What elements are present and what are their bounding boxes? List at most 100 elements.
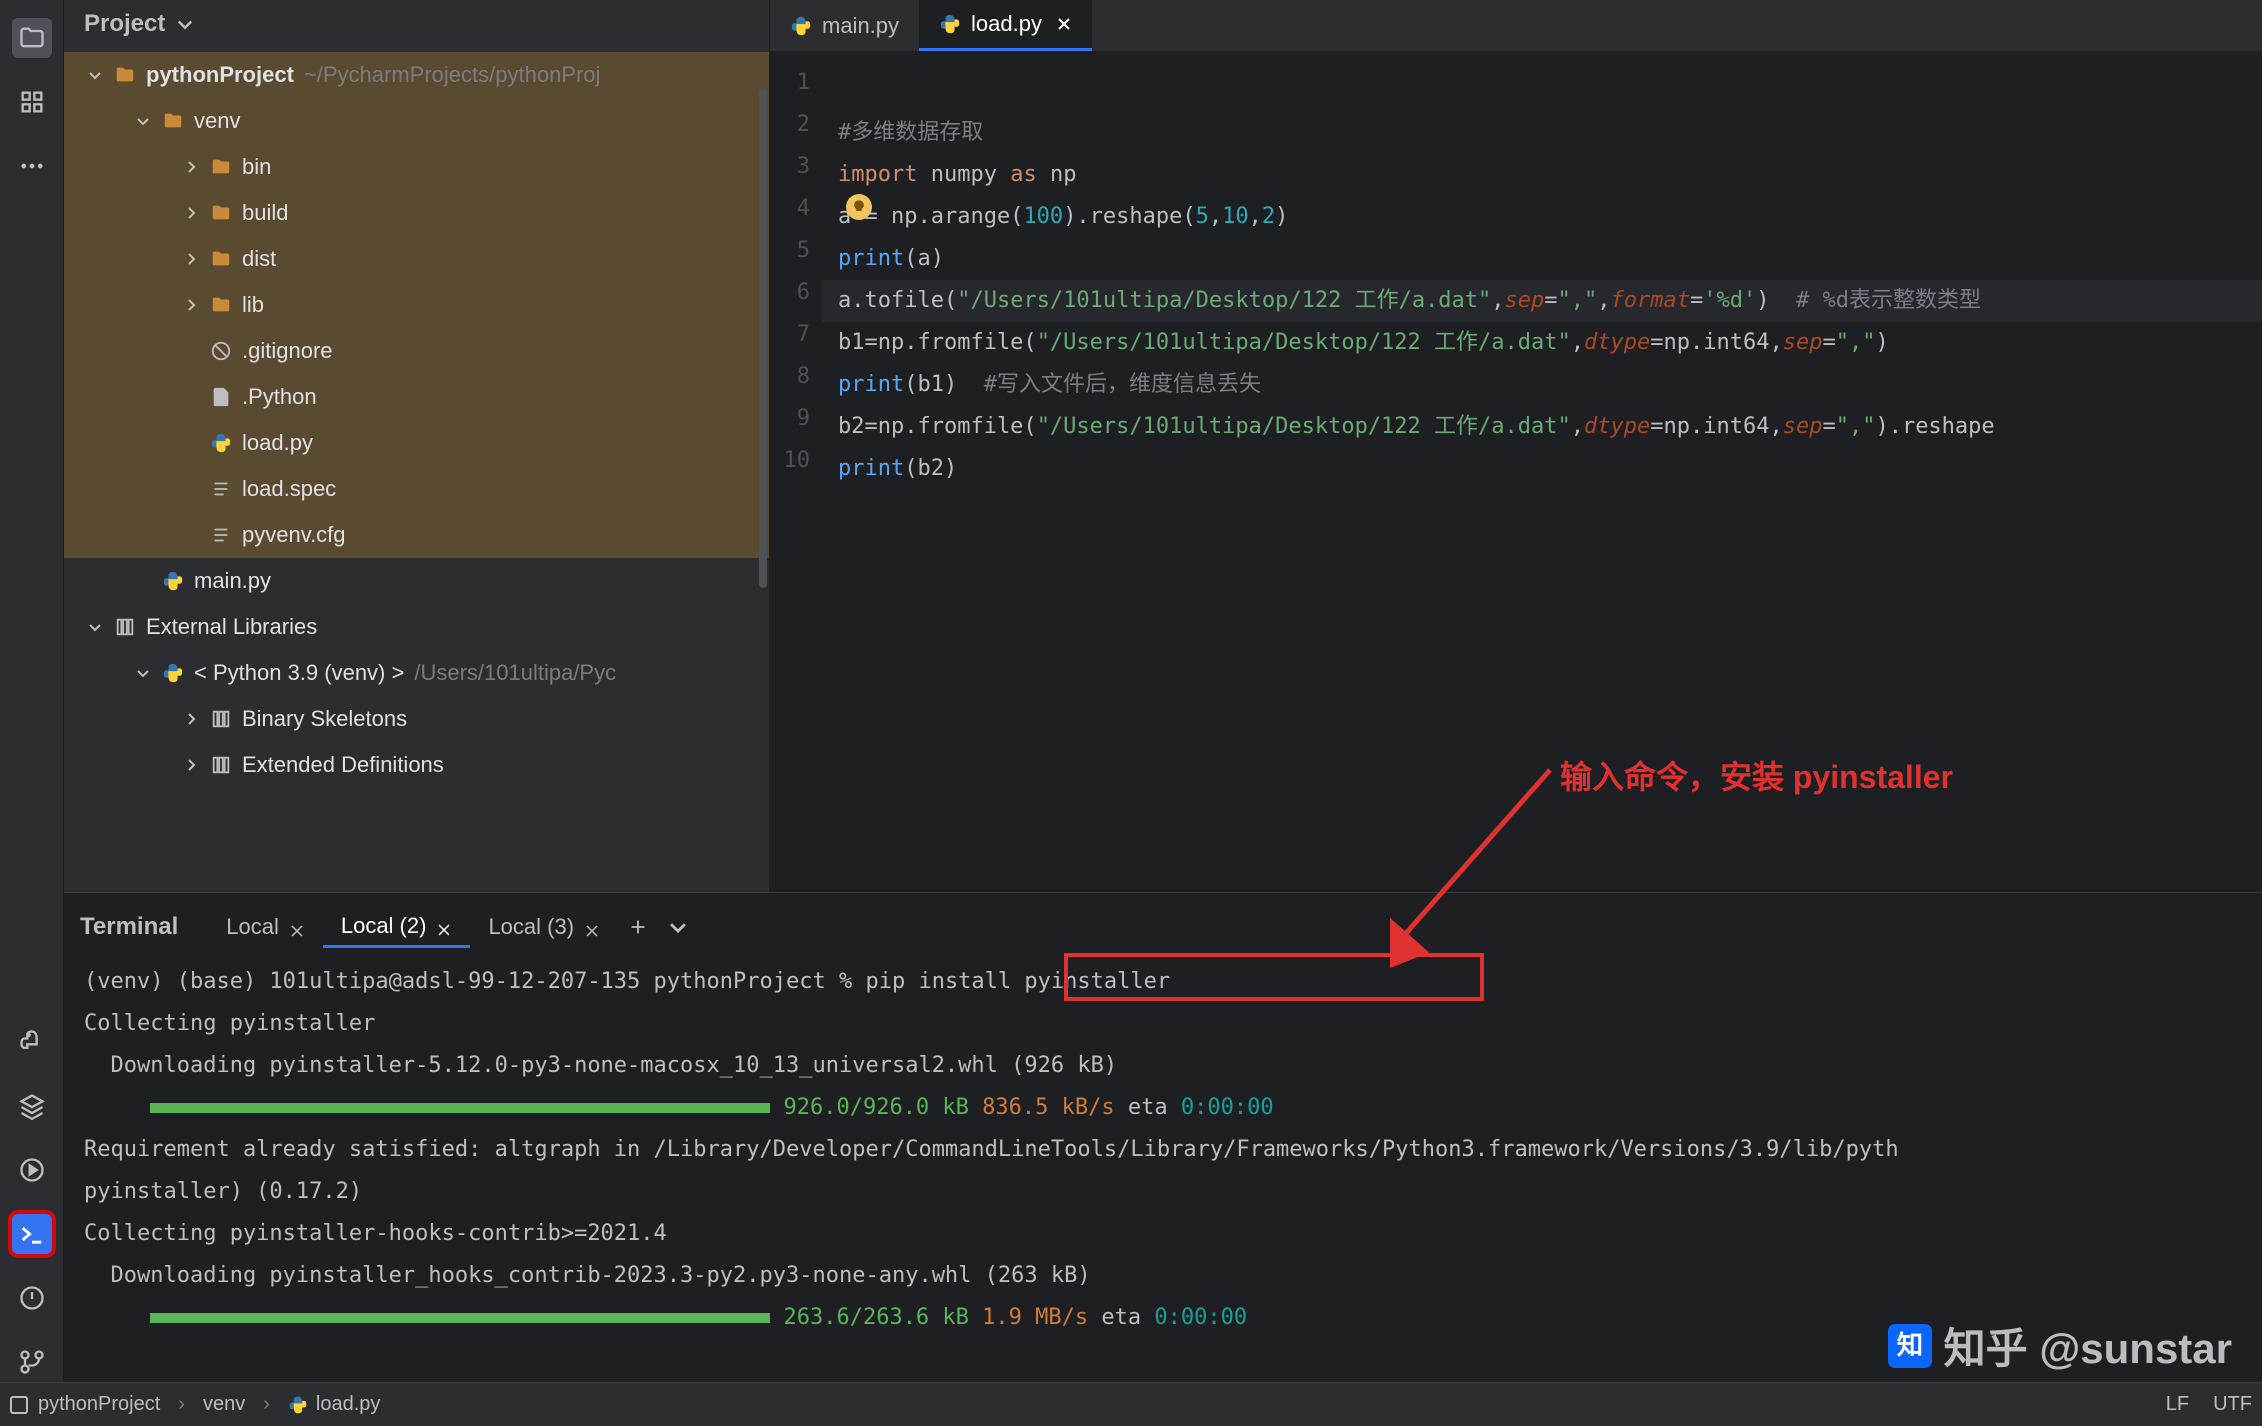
tree-row[interactable]: pyvenv.cfg [64,512,769,558]
tree-row[interactable]: < Python 3.9 (venv) >/Users/101ultipa/Py… [64,650,769,696]
file-icon [208,386,234,408]
python-icon [939,13,961,35]
tree-item-label: build [242,200,288,226]
tree-item-label: .gitignore [242,338,333,364]
terminal-tabbar: Terminal LocalLocal (2) Local (3) [64,893,2262,951]
code-line[interactable]: print(b1) #写入文件后，维度信息丢失 [822,364,2262,406]
tree-arrow-icon[interactable] [84,67,106,83]
tree-row[interactable]: External Libraries [64,604,769,650]
tree-row[interactable]: pythonProject ~/PycharmProjects/pythonPro… [64,52,769,98]
code-line[interactable]: b1=np.fromfile("/Users/101ultipa/Desktop… [822,322,2262,364]
terminal-tab[interactable]: Local [208,907,323,948]
tree-item-label: < Python 3.9 (venv) > [194,660,404,686]
structure-tool-icon[interactable] [12,82,52,122]
scrollbar-thumb[interactable] [759,88,767,588]
terminal-title: Terminal [80,913,178,941]
breadcrumb[interactable]: pythonProject› venv› load.py [38,1393,380,1416]
vcs-tool-icon[interactable] [12,1342,52,1382]
python-console-icon[interactable] [12,1022,52,1062]
lib-icon [208,708,234,730]
close-icon[interactable] [1056,16,1072,32]
tree-arrow-icon[interactable] [180,757,202,773]
tree-item-label: pyvenv.cfg [242,522,346,548]
tree-arrow-icon[interactable] [180,251,202,267]
tree-row[interactable]: Extended Definitions [64,742,769,788]
intention-bulb-icon[interactable] [846,194,872,220]
tree-item-label: venv [194,108,240,134]
project-tree[interactable]: pythonProject ~/PycharmProjects/pythonPro… [64,48,769,892]
editor-tab[interactable]: main.py [770,0,919,51]
terminal-panel: Terminal LocalLocal (2)Local (3) (venv) … [64,892,2262,1382]
tree-row[interactable]: build [64,190,769,236]
tree-arrow-icon[interactable] [84,619,106,635]
tree-item-label: pythonProject [146,62,294,88]
zhihu-logo-icon: 知 [1888,1324,1932,1368]
project-panel-title[interactable]: Project [64,0,769,48]
terminal-tool-icon[interactable] [12,1214,52,1254]
ignore-icon [208,340,234,362]
tree-item-label: Extended Definitions [242,752,444,778]
tree-row[interactable]: .Python [64,374,769,420]
line-gutter: 12345678910 [770,52,822,892]
folder-icon [208,156,234,178]
tree-item-label: bin [242,154,271,180]
terminal-more-button[interactable] [658,916,698,938]
tree-row[interactable]: bin [64,144,769,190]
status-bar: pythonProject› venv› load.py LF UTF [0,1382,2262,1426]
tree-item-path: ~/PycharmProjects/pythonProj [304,62,601,88]
code-line[interactable] [822,490,2262,532]
close-icon[interactable] [289,919,305,935]
editor-tab[interactable]: load.py [919,0,1092,51]
code-line[interactable]: a = np.arange(100).reshape(5,10,2) [822,196,2262,238]
close-icon[interactable] [584,919,600,935]
tree-row[interactable]: Binary Skeletons [64,696,769,742]
code-line[interactable]: #多维数据存取 [822,112,2262,154]
tool-window-toggle-icon[interactable] [10,1396,28,1414]
tree-row[interactable]: lib [64,282,769,328]
code-line[interactable]: b2=np.fromfile("/Users/101ultipa/Desktop… [822,406,2262,448]
line-ending-indicator[interactable]: LF [2166,1393,2189,1416]
activity-bar [0,0,64,1382]
tree-item-label: External Libraries [146,614,317,640]
tree-row[interactable]: venv [64,98,769,144]
project-tool-icon[interactable] [12,18,52,58]
tree-arrow-icon[interactable] [132,113,154,129]
terminal-new-tab-button[interactable] [618,916,658,938]
run-tool-icon[interactable] [12,1150,52,1190]
tree-item-label: main.py [194,568,271,594]
editor-tabbar: main.pyload.py [770,0,2262,52]
problems-tool-icon[interactable] [12,1278,52,1318]
folder-icon [208,202,234,224]
tree-arrow-icon[interactable] [180,711,202,727]
editor-area: main.pyload.py 12345678910 #多维数据存取import… [770,0,2262,892]
lib-icon [112,616,138,638]
tree-arrow-icon[interactable] [180,205,202,221]
chevron-down-icon [175,14,195,34]
tree-row[interactable]: main.py [64,558,769,604]
code-line[interactable]: print(b2) [822,448,2262,490]
services-tool-icon[interactable] [12,1086,52,1126]
terminal-tab-label: Local (3) [488,914,574,940]
tree-arrow-icon[interactable] [180,297,202,313]
highlight-box [1064,953,1484,1001]
tree-arrow-icon[interactable] [180,159,202,175]
watermark: 知 知乎 @sunstar [1888,1315,2232,1376]
code-content[interactable]: #多维数据存取import numpy as npa = np.arange(1… [822,52,2262,892]
encoding-indicator[interactable]: UTF [2213,1393,2252,1416]
tree-row[interactable]: dist [64,236,769,282]
code-editor[interactable]: 12345678910 #多维数据存取import numpy as npa =… [770,52,2262,892]
code-line[interactable]: import numpy as np [822,154,2262,196]
code-line[interactable]: print(a) [822,238,2262,280]
tree-row[interactable]: load.spec [64,466,769,512]
text-icon [208,478,234,500]
terminal-tab[interactable]: Local (2) [323,907,471,948]
more-tool-icon[interactable] [12,146,52,186]
tree-arrow-icon[interactable] [132,665,154,681]
close-icon[interactable] [436,918,452,934]
terminal-tab[interactable]: Local (3) [470,907,618,948]
code-line[interactable]: a.tofile("/Users/101ultipa/Desktop/122 工… [822,280,2262,322]
tree-row[interactable]: load.py [64,420,769,466]
tree-row[interactable]: .gitignore [64,328,769,374]
lib-icon [208,754,234,776]
svg-text:知: 知 [1896,1329,1922,1359]
